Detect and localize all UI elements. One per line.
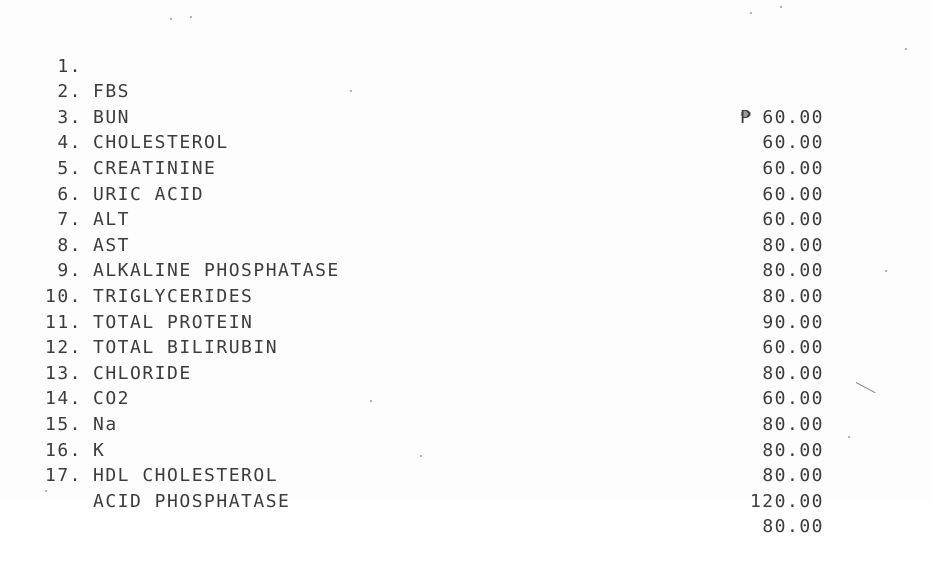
scan-stroke — [855, 382, 876, 394]
scan-speck — [848, 436, 850, 438]
scan-speck — [885, 270, 887, 272]
scan-speck — [420, 455, 422, 457]
list-item: 5. URIC ACID 60.00 — [30, 130, 830, 230]
test-price: 120.00 — [749, 490, 824, 512]
test-price: 80.00 — [762, 465, 824, 487]
list-item: 11. TOTAL BILIRUBIN 80.00 — [30, 284, 830, 384]
scan-speck — [190, 16, 192, 18]
scanned-price-list-page: 1. FBS ₱ 60.00 2. BUN 60.00 3. CHOLESTERO… — [0, 0, 932, 538]
list-item: 1. FBS ₱ 60.00 — [30, 28, 830, 128]
list-item: 15. K 80.00 — [30, 386, 830, 486]
scan-speck — [170, 18, 172, 20]
scan-speck — [905, 48, 907, 50]
item-number: 17. — [44, 465, 82, 487]
list-item: 2. BUN 60.00 — [30, 54, 830, 153]
list-item: 7. AST 80.00 — [30, 182, 830, 281]
list-item: 16. HDL CHOLESTEROL 120.00 — [30, 412, 830, 512]
list-item: 12. CHLORIDE 60.00 — [30, 310, 830, 409]
list-item: 8. ALKALINE PHOSPHATASE 80.00 — [30, 207, 830, 307]
scan-speck — [750, 12, 752, 14]
list-item: 17. ACID PHOSPHATASE 80.00 — [30, 438, 830, 537]
list-item: 10. TOTAL PROTEIN 60.00 — [30, 258, 830, 358]
scan-speck — [45, 490, 47, 492]
scan-speck — [780, 6, 782, 8]
test-name: HDL CHOLESTEROL — [93, 465, 279, 487]
scan-speck — [350, 90, 352, 92]
list-item: 4. CREATININE 60.00 — [30, 105, 830, 204]
test-name: ACID PHOSPHATASE — [93, 490, 291, 512]
list-item: 13. CO2 80.00 — [30, 335, 830, 435]
list-item: 3. CHOLESTEROL 60.00 — [30, 79, 830, 179]
test-price: 80.00 — [762, 516, 824, 538]
list-item: 14. Na 80.00 — [30, 361, 830, 460]
scan-speck — [370, 400, 372, 402]
list-item: 9. TRIGLYCERIDES 90.00 — [30, 233, 830, 332]
list-item: 6. ALT 80.00 — [30, 156, 830, 256]
lab-test-price-list: 1. FBS ₱ 60.00 2. BUN 60.00 3. CHOLESTERO… — [30, 28, 830, 538]
